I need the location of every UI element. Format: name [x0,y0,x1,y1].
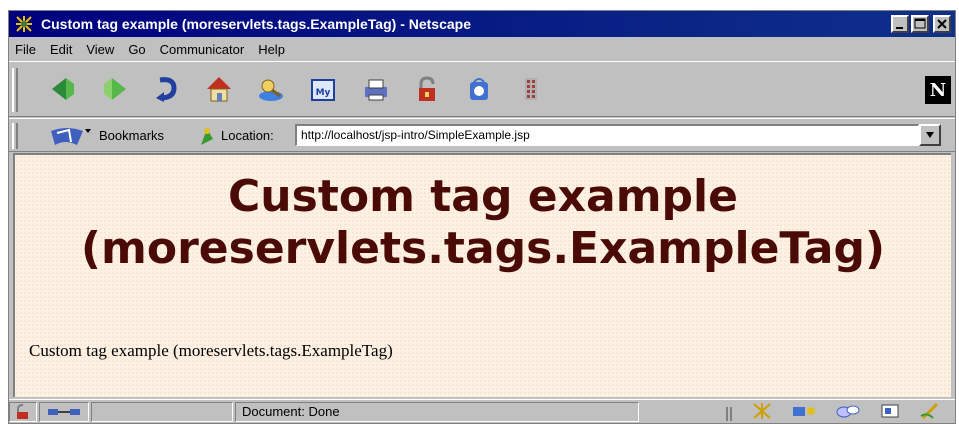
window-title: Custom tag example (moreservlets.tags.Ex… [41,16,472,32]
page-content[interactable]: Custom tag example (moreservlets.tags.Ex… [13,153,951,397]
reload-icon[interactable] [149,72,185,106]
location-label: Location: [221,128,274,143]
location-toolbar: Bookmarks Location: http://localhost/jsp… [9,118,955,152]
my-netscape-icon[interactable]: My [305,72,341,106]
title-bar[interactable]: Custom tag example (moreservlets.tags.Ex… [9,11,955,37]
address-book-icon[interactable] [879,402,901,424]
stop-icon[interactable] [513,72,549,106]
netscape-icon [13,13,35,35]
search-icon[interactable] [253,72,289,106]
bookmarks-icon[interactable] [47,125,95,152]
newsgroups-icon[interactable] [835,402,861,424]
home-icon[interactable] [201,72,237,106]
minimize-button[interactable] [891,15,909,33]
page-heading-line1: Custom tag example [228,171,738,222]
forward-icon[interactable] [97,72,133,106]
shop-icon[interactable] [461,72,497,106]
close-button[interactable] [933,15,951,33]
back-icon[interactable] [45,72,81,106]
status-bar: Document: Done [9,399,955,423]
menu-edit[interactable]: Edit [50,42,72,57]
menu-view[interactable]: View [86,42,114,57]
toolbar-grip[interactable] [12,68,18,112]
page-body-text: Custom tag example (moreservlets.tags.Ex… [29,341,393,360]
menu-bar: File Edit View Go Communicator Help [9,38,955,60]
maximize-icon [914,18,926,29]
netscape-logo[interactable]: N [925,76,951,104]
chevron-down-icon [926,132,934,138]
mail-icon[interactable] [791,402,817,424]
svg-text:My: My [316,88,331,98]
browser-window: Custom tag example (moreservlets.tags.Ex… [8,10,956,424]
location-icon[interactable] [197,125,217,152]
menu-help[interactable]: Help [258,42,285,57]
lock-icon [17,403,28,419]
page-heading-line2: (moreservlets.tags.ExampleTag) [80,223,886,274]
status-text: Document: Done [235,401,639,422]
menu-communicator[interactable]: Communicator [160,42,245,57]
navigation-toolbar: My N [9,61,955,117]
page-heading: Custom tag example (moreservlets.tags.Ex… [15,171,951,275]
menu-go[interactable]: Go [128,42,145,57]
location-toolbar-grip[interactable] [12,123,18,149]
composer-icon[interactable] [919,402,945,424]
security-status-cell[interactable] [9,401,37,422]
connection-icon [48,408,80,415]
security-icon[interactable] [409,72,445,106]
progress-cell [91,401,233,422]
bookmarks-label[interactable]: Bookmarks [99,128,164,143]
print-icon[interactable] [357,72,393,106]
minimize-icon [896,27,903,29]
menu-file[interactable]: File [15,42,36,57]
navigator-icon[interactable] [751,402,773,424]
location-url-input[interactable]: http://localhost/jsp-intro/SimpleExample… [295,124,919,146]
maximize-button[interactable] [911,15,929,33]
close-icon [937,19,947,29]
location-dropdown-button[interactable] [919,124,941,146]
component-bar [725,402,945,424]
connection-status-cell [39,401,89,422]
component-bar-grip-icon [726,406,732,421]
